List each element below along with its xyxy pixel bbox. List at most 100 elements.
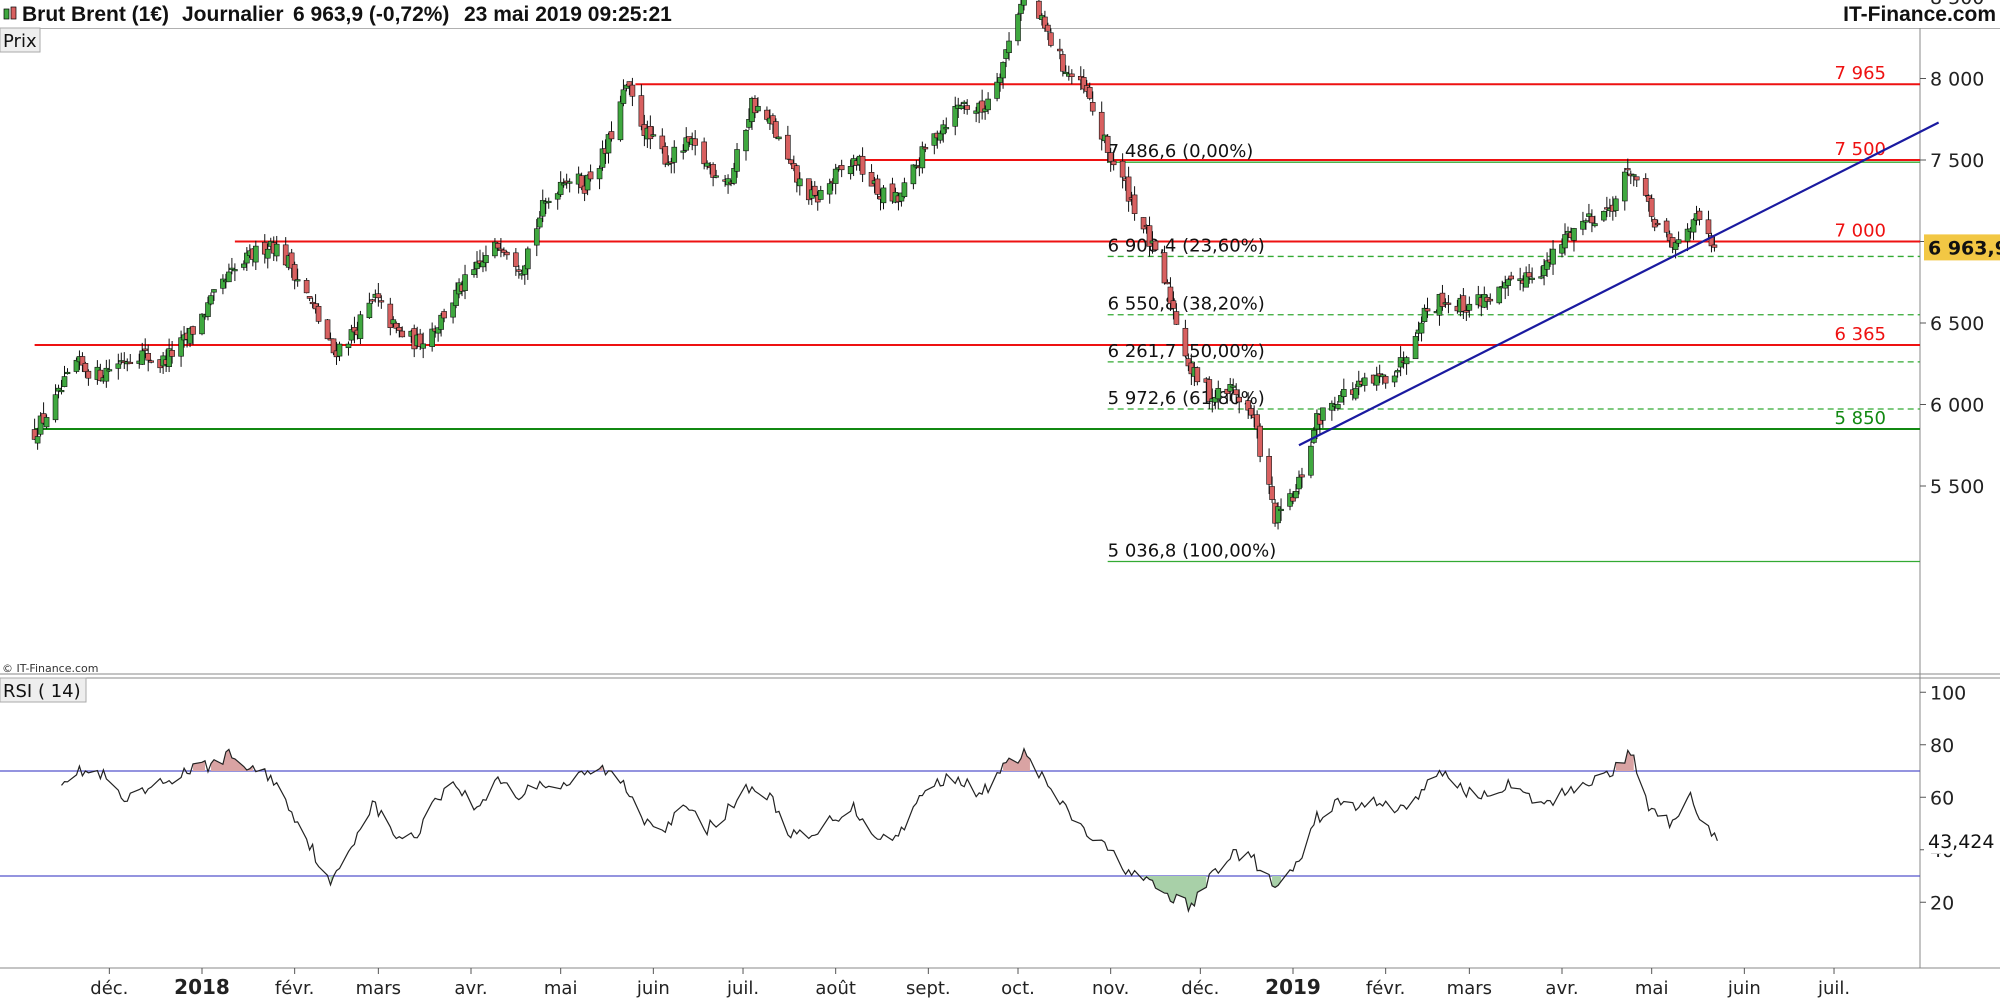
price-panel-label: Prix <box>0 27 41 53</box>
fib-label: 7 486,6 (0,00%) <box>1108 141 1254 162</box>
last-price-tag: 6 963,9 <box>1924 234 2000 261</box>
candle-body <box>617 101 624 141</box>
candle-body <box>145 353 151 361</box>
candle-body <box>1690 219 1697 233</box>
rsi-tick-label: 60 <box>1930 787 1954 809</box>
level-label: 7 000 <box>1834 221 1886 242</box>
candle-body <box>713 175 719 178</box>
candle-body <box>1382 376 1389 384</box>
rsi-tick-label: 20 <box>1930 892 1954 914</box>
candle-body <box>43 417 50 428</box>
candle-body <box>1418 322 1425 334</box>
candle-body <box>211 289 217 293</box>
candle-body <box>61 376 68 387</box>
candle-body <box>366 302 373 319</box>
price-tick-label: 6 500 <box>1930 313 1984 335</box>
candle-body <box>1589 216 1595 224</box>
x-tick-label: juin <box>636 978 670 999</box>
x-tick-label: mars <box>356 978 401 999</box>
x-tick-label: juin <box>1727 978 1761 999</box>
svg-text:RSI ( 14): RSI ( 14) <box>3 681 81 702</box>
candle-body <box>1571 228 1577 241</box>
level-label: 7 500 <box>1834 139 1886 160</box>
candle-body <box>662 146 669 165</box>
candle-body <box>1173 311 1180 325</box>
candle-body <box>1257 425 1263 457</box>
candle-body <box>847 166 854 175</box>
candle-body <box>1335 403 1341 409</box>
candle-body <box>994 81 1000 99</box>
candle-body <box>773 121 779 138</box>
candle-body <box>785 134 791 160</box>
candle-body <box>1508 275 1514 280</box>
candle-body <box>324 319 331 340</box>
candle-body <box>429 328 435 347</box>
candle-body <box>743 129 749 152</box>
candle-body <box>1233 389 1240 395</box>
candle-body <box>208 295 214 305</box>
fib-label: 6 908,4 (23,60%) <box>1108 235 1265 256</box>
candle-body <box>1526 272 1532 278</box>
candle-body <box>1057 48 1063 52</box>
candle-body <box>1110 160 1117 166</box>
candle-body <box>1131 194 1138 214</box>
candle-body <box>1015 14 1021 42</box>
horizontal-levels: 7 965 7 500 7 000 6 365 5 850 <box>34 63 1920 430</box>
candle-body <box>1424 308 1431 312</box>
candle-body <box>1373 375 1380 386</box>
candle-body <box>1630 174 1637 177</box>
candle-body <box>797 178 803 187</box>
candle-body <box>1613 198 1619 211</box>
candle-body <box>868 172 875 187</box>
candle-body <box>1278 508 1284 512</box>
candle-body <box>336 343 343 357</box>
candle-body <box>273 243 280 257</box>
candle-body <box>294 279 301 282</box>
candle-body <box>1466 303 1473 311</box>
candle-body <box>1161 252 1168 284</box>
x-tick-label: août <box>815 978 856 999</box>
candle-body <box>647 125 654 140</box>
candle-body <box>34 436 41 444</box>
candle-body <box>1696 210 1703 220</box>
candle-body <box>1018 3 1024 14</box>
candlesticks <box>31 0 1718 530</box>
candle-body <box>1439 292 1446 307</box>
candle-body <box>940 124 947 135</box>
candle-body <box>1663 220 1670 233</box>
candle-body <box>629 84 636 97</box>
candle-body <box>1648 198 1655 217</box>
x-tick-label: déc. <box>1181 978 1219 999</box>
candle-body <box>82 363 89 373</box>
candle-body <box>1361 377 1368 386</box>
candle-body <box>1206 379 1213 402</box>
candle-body <box>1308 445 1314 476</box>
candle-body <box>441 311 447 319</box>
trendline[interactable] <box>1298 121 1940 447</box>
candle-body <box>387 303 394 328</box>
candle-body <box>115 363 122 369</box>
candle-body <box>1194 367 1201 383</box>
candle-body <box>671 146 678 163</box>
svg-text:Prix: Prix <box>3 31 37 52</box>
candle-body <box>1000 62 1006 79</box>
candle-body <box>1705 219 1712 235</box>
candle-body <box>838 165 845 171</box>
candle-body <box>345 343 352 349</box>
candle-body <box>315 305 322 322</box>
candle-body <box>536 217 543 228</box>
x-tick-label: mai <box>544 978 578 999</box>
candle-body <box>596 168 603 180</box>
candle-body <box>1352 388 1359 399</box>
candle-body <box>139 350 146 365</box>
copyright-text: © IT-Finance.com <box>2 662 99 675</box>
rsi-overbought-fill <box>210 749 253 771</box>
fibonacci-retracement: 7 486,6 (0,00%) 6 908,4 (23,60%) 6 550,8 (… <box>1107 141 1920 563</box>
candle-body <box>264 248 271 259</box>
candle-body <box>1299 474 1305 478</box>
candle-body <box>874 178 881 195</box>
candle-body <box>378 300 385 303</box>
candle-body <box>952 106 959 127</box>
candle-body <box>399 330 406 338</box>
price-tick-label: 8 000 <box>1930 69 1984 91</box>
